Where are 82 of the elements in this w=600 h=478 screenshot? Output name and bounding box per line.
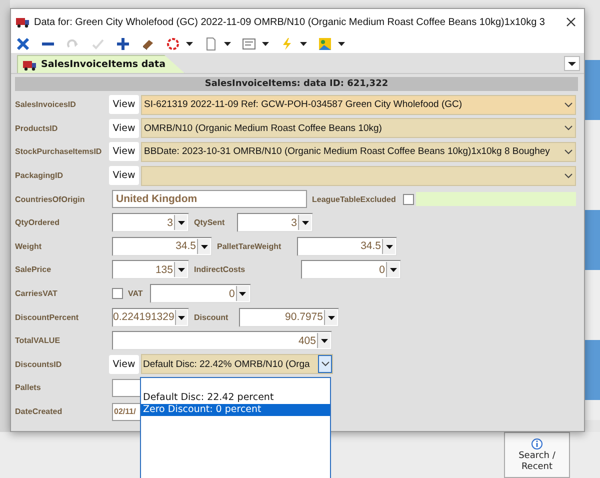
field-label: DateCreated: [15, 407, 64, 416]
field-label: Pallets: [15, 383, 42, 392]
chevron-icon: [564, 125, 572, 132]
field-label: DiscountPercent: [15, 312, 80, 322]
view-button[interactable]: View: [109, 118, 139, 138]
field-label: CountriesOfOrigin: [15, 194, 86, 204]
dropdown-button[interactable]: [564, 56, 580, 71]
field-label: QtyOrdered: [15, 218, 60, 228]
number-field[interactable]: 3: [112, 213, 189, 232]
field-label: CarriesVAT: [15, 289, 58, 298]
caret-icon: [300, 42, 307, 46]
field-label: PalletTareWeight: [217, 242, 282, 251]
text-field[interactable]: United Kingdom: [112, 190, 307, 208]
field-label: DiscountsID: [15, 360, 63, 369]
caret-icon: [176, 219, 186, 226]
caret-icon: [262, 42, 269, 46]
dropdown-field[interactable]: Default Disc: 22.42% OMRB/N10 (Orga: [141, 354, 333, 374]
chevron-icon: [564, 102, 572, 108]
field-label: SalePrice: [15, 265, 52, 274]
number-field[interactable]: 90.7975: [239, 308, 339, 327]
dropdown-option[interactable]: Zero Discount: 0 percent: [141, 404, 330, 416]
panel-header: SalesInvoiceItems: data ID: 621,322: [15, 77, 578, 91]
view-button[interactable]: View: [109, 166, 139, 186]
caret-icon: [568, 62, 576, 66]
number-field[interactable]: 0: [150, 284, 251, 304]
dropdown-option[interactable]: Default Disc: 22.42 percent: [141, 392, 330, 404]
field-label: ProductsID: [15, 124, 59, 133]
dropdown-field[interactable]: SI-621319 2022-11-09 Ref: GCW-POH-034587 Green City Wholefood (GC): [141, 94, 576, 115]
number-field[interactable]: 135: [112, 260, 189, 280]
caret-icon: [338, 42, 345, 46]
eraser-icon: [141, 37, 155, 51]
caret-icon: [176, 266, 186, 274]
number-field[interactable]: 34.5: [112, 236, 212, 256]
number-field[interactable]: 0: [301, 260, 401, 280]
dropdown-field[interactable]: BBDate: 2023-10-31 OMRB/N10 (Organic Medium Roast Coffee Beans 10kg)1x10kg 8 Boughey: [141, 142, 576, 162]
caret-icon: [224, 42, 231, 46]
field-label: IndirectCosts: [194, 265, 246, 274]
truck-icon: [23, 58, 37, 70]
search-button[interactable]: Search / Recent: [504, 432, 570, 478]
field-label: StockPurchaseItemsID: [15, 147, 103, 156]
field-label: SalesInvoicesID: [15, 100, 77, 110]
tab[interactable]: SalesInvoiceItems data: [17, 55, 184, 73]
truck-icon: [16, 16, 30, 28]
number-field[interactable]: 0.224191329: [112, 308, 189, 327]
dropdown-field[interactable]: OMRB/N10 (Organic Medium Roast Coffee Beans 10kg): [141, 118, 576, 138]
undo-icon: [166, 37, 180, 51]
caret-icon: [326, 314, 336, 321]
field-label: QtySent: [194, 218, 226, 228]
number-field[interactable]: 34.5: [297, 236, 397, 256]
number-field[interactable]: 405: [112, 331, 332, 350]
caret-icon: [388, 266, 398, 274]
number-field[interactable]: 3: [237, 213, 313, 232]
cancel-icon: [16, 37, 30, 51]
chevron-icon: [564, 172, 572, 179]
caret-icon: [177, 314, 186, 321]
caret-icon: [384, 242, 394, 250]
chevron-icon: [564, 148, 572, 155]
info-icon: [531, 438, 543, 450]
view-button[interactable]: View: [109, 142, 139, 162]
field-label: VAT: [128, 289, 143, 298]
view-button[interactable]: View: [109, 354, 139, 374]
lightning-icon: [280, 37, 294, 51]
close-icon: [566, 17, 576, 27]
caret-icon: [320, 337, 328, 344]
picture-icon: [318, 37, 332, 51]
dropdown-field[interactable]: [141, 166, 576, 186]
field-label: Weight: [15, 242, 43, 251]
checkbox[interactable]: [402, 194, 414, 205]
caret-icon: [186, 42, 193, 46]
caret-icon: [200, 242, 208, 250]
field-label: Discount: [194, 312, 230, 322]
caret-icon: [300, 219, 310, 226]
window-title: Data for: Green City Wholefood (GC) 2022-11-09 OMRB/N10 (Organic Medium Roast Coffee Beans 10kg)1x10kg 3: [34, 16, 546, 28]
field-label: LeagueTableExcluded: [312, 194, 396, 204]
view-button[interactable]: View: [109, 95, 139, 114]
field-label: TotalVALUE: [15, 336, 62, 346]
check-icon: [91, 37, 105, 51]
caret-icon: [238, 290, 248, 298]
field-label: PackagingID: [15, 171, 64, 180]
chevron-icon: [320, 361, 330, 368]
checkbox[interactable]: [112, 288, 123, 300]
plus-icon: [116, 37, 130, 51]
